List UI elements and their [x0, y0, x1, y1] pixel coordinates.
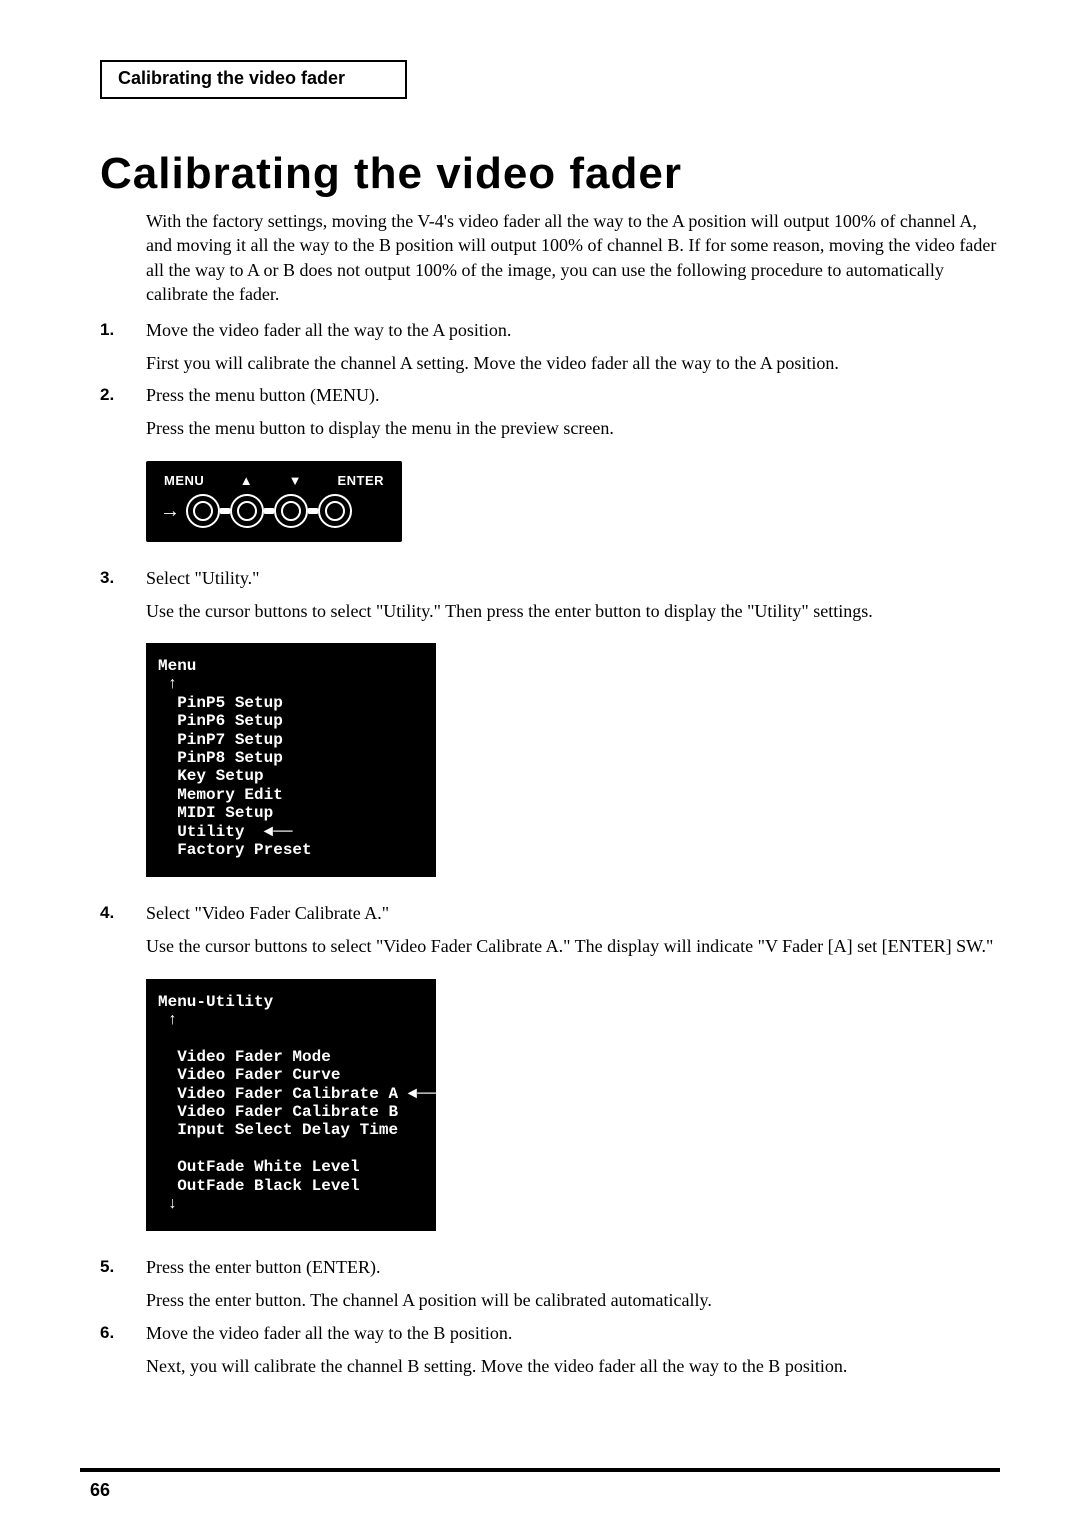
footer-rule: 66: [80, 1468, 1000, 1478]
menu-screen-1: Menu ↑ PinP5 Setup PinP6 Setup PinP7 Set…: [146, 643, 1000, 877]
step-heading: Press the menu button (MENU).: [146, 385, 1000, 406]
step-body: Next, you will calibrate the channel B s…: [146, 1354, 1000, 1378]
step-body: Use the cursor buttons to select "Utilit…: [146, 599, 1000, 623]
step-number: 1.: [100, 320, 146, 341]
section-header: Calibrating the video fader: [118, 68, 345, 88]
panel-label-up-icon: ▲: [240, 473, 253, 488]
screen2-title: Menu-Utility: [158, 993, 273, 1011]
knob-down: [274, 494, 308, 528]
step-body: Press the enter button. The channel A po…: [146, 1288, 1000, 1312]
screen2-line: Video Fader Mode: [177, 1048, 331, 1066]
step-1: 1. Move the video fader all the way to t…: [100, 320, 1000, 375]
screen1-line: PinP6 Setup: [177, 712, 283, 730]
menu-screen-2: Menu-Utility ↑ Video Fader Mode Video Fa…: [146, 979, 1000, 1232]
knob-enter: [318, 494, 352, 528]
knob-menu: [186, 494, 220, 528]
step-body: First you will calibrate the channel A s…: [146, 351, 1000, 375]
intro-paragraph: With the factory settings, moving the V-…: [146, 209, 1000, 306]
step-heading: Select "Video Fader Calibrate A.": [146, 903, 1000, 924]
arrow-left-icon: ◄──: [408, 1085, 437, 1103]
step-heading: Move the video fader all the way to the …: [146, 1323, 1000, 1344]
step-number: 5.: [100, 1257, 146, 1278]
knob-up: [230, 494, 264, 528]
section-header-box: Calibrating the video fader: [100, 60, 407, 99]
screen1-line: MIDI Setup: [177, 804, 273, 822]
screen1-line-utility: Utility: [177, 823, 244, 841]
screen1-title: Menu: [158, 657, 196, 675]
page-title: Calibrating the video fader: [100, 149, 1000, 199]
step-number: 3.: [100, 568, 146, 589]
step-body: Use the cursor buttons to select "Video …: [146, 934, 1000, 958]
menu-button-panel: MENU ▲ ▼ ENTER →: [146, 461, 1000, 542]
arrow-left-icon: ◄──: [264, 823, 293, 841]
screen2-line: OutFade Black Level: [177, 1177, 359, 1195]
step-5: 5. Press the enter button (ENTER). Press…: [100, 1257, 1000, 1312]
knob-connector-icon: [264, 508, 274, 514]
screen1-line: PinP7 Setup: [177, 731, 283, 749]
panel-label-menu: MENU: [164, 473, 204, 488]
screen2-line: Input Select Delay Time: [177, 1121, 398, 1139]
step-number: 2.: [100, 385, 146, 406]
screen2-line: Video Fader Curve: [177, 1066, 340, 1084]
screen1-line: PinP5 Setup: [177, 694, 283, 712]
step-number: 4.: [100, 903, 146, 924]
panel-label-down-icon: ▼: [289, 473, 302, 488]
panel-label-enter: ENTER: [337, 473, 384, 488]
step-3: 3. Select "Utility." Use the cursor butt…: [100, 568, 1000, 623]
step-6: 6. Move the video fader all the way to t…: [100, 1323, 1000, 1378]
screen1-line: Memory Edit: [177, 786, 283, 804]
step-4: 4. Select "Video Fader Calibrate A." Use…: [100, 903, 1000, 958]
page-number: 66: [90, 1480, 110, 1501]
arrow-down-icon: ↓: [168, 1195, 178, 1213]
screen2-line: OutFade White Level: [177, 1158, 359, 1176]
step-heading: Select "Utility.": [146, 568, 1000, 589]
arrow-up-icon: ↑: [168, 675, 178, 693]
screen2-line: Video Fader Calibrate B: [177, 1103, 398, 1121]
arrow-up-icon: ↑: [168, 1011, 178, 1029]
knob-connector-icon: [308, 508, 318, 514]
screen1-line: Factory Preset: [177, 841, 311, 859]
step-2: 2. Press the menu button (MENU). Press t…: [100, 385, 1000, 440]
step-body: Press the menu button to display the men…: [146, 416, 1000, 440]
step-heading: Press the enter button (ENTER).: [146, 1257, 1000, 1278]
knob-connector-icon: [220, 508, 230, 514]
screen1-line: Key Setup: [177, 767, 263, 785]
screen2-line-calibrate-a: Video Fader Calibrate A: [177, 1085, 398, 1103]
arrow-right-icon: →: [160, 501, 180, 521]
screen1-line: PinP8 Setup: [177, 749, 283, 767]
step-heading: Move the video fader all the way to the …: [146, 320, 1000, 341]
step-number: 6.: [100, 1323, 146, 1344]
